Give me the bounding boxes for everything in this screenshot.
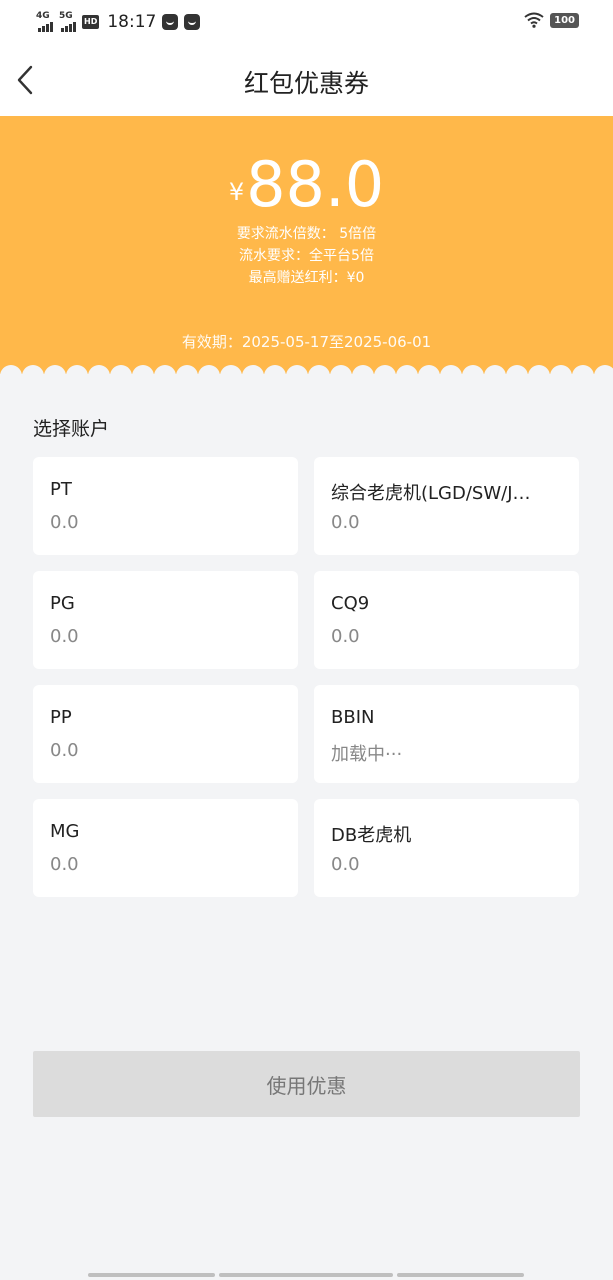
coupon-amount-value: 88.0 <box>246 148 385 221</box>
account-name: PP <box>50 707 72 728</box>
section-title-select-account: 选择账户 <box>33 418 110 440</box>
notification-icon <box>162 14 179 30</box>
account-name: MG <box>50 821 80 842</box>
account-name: PT <box>50 479 72 500</box>
account-name: DB老虎机 <box>331 825 412 846</box>
wagering-multiplier: 要求流水倍数： 5倍倍 <box>236 226 377 242</box>
account-card-db-slots[interactable]: DB老虎机 0.0 <box>314 799 579 897</box>
account-card-pp[interactable]: PP 0.0 <box>33 685 298 783</box>
validity-period: 有效期：2025-05-17至2025-06-01 <box>181 333 432 351</box>
hd-voice-icon: HD <box>82 15 100 29</box>
wifi-icon <box>524 12 544 28</box>
battery-icon: 100 <box>550 12 579 28</box>
account-balance: 0.0 <box>331 512 360 533</box>
top-area: 4G 5G HD 18:17 100 红包优惠券 <box>0 0 613 116</box>
home-indicator <box>88 1273 215 1277</box>
home-indicator <box>219 1273 393 1277</box>
status-time: 18:17 <box>107 12 157 32</box>
account-balance: 0.0 <box>50 626 79 647</box>
account-name: 综合老虎机(LGD/SW/J… <box>331 483 531 504</box>
account-balance: 0.0 <box>331 854 360 875</box>
account-card-pt[interactable]: PT 0.0 <box>33 457 298 555</box>
use-coupon-button[interactable]: 使用优惠 <box>33 1051 580 1117</box>
coupon-banner: ¥88.0 要求流水倍数： 5倍倍 流水要求：全平台5倍 最高赠送红利：¥0 有… <box>0 116 613 382</box>
account-balance: 0.0 <box>50 854 79 875</box>
account-balance: 0.0 <box>50 512 79 533</box>
account-balance: 加载中··· <box>331 744 403 765</box>
account-card-pg[interactable]: PG 0.0 <box>33 571 298 669</box>
home-indicator <box>397 1273 524 1277</box>
wagering-requirement: 流水要求：全平台5倍 <box>239 248 374 264</box>
account-card-bbin[interactable]: BBIN 加载中··· <box>314 685 579 783</box>
account-card-slots[interactable]: 综合老虎机(LGD/SW/J… 0.0 <box>314 457 579 555</box>
page-title: 红包优惠券 <box>243 69 369 98</box>
max-bonus: 最高赠送红利：¥0 <box>248 270 365 286</box>
coupon-amount: ¥88.0 <box>0 150 613 220</box>
status-bar: 4G 5G HD 18:17 100 <box>0 0 613 44</box>
account-card-mg[interactable]: MG 0.0 <box>33 799 298 897</box>
signal-5g-icon: 5G <box>59 12 76 32</box>
account-name: CQ9 <box>331 593 370 614</box>
account-name: PG <box>50 593 75 614</box>
notification-icon <box>184 14 201 30</box>
signal-4g-icon: 4G <box>36 12 53 32</box>
scallop-edge <box>0 365 613 382</box>
currency-symbol: ¥ <box>228 178 245 206</box>
account-card-cq9[interactable]: CQ9 0.0 <box>314 571 579 669</box>
account-name: BBIN <box>331 707 375 728</box>
account-balance: 0.0 <box>50 740 79 761</box>
account-balance: 0.0 <box>331 626 360 647</box>
nav-bar: 红包优惠券 <box>0 44 613 116</box>
